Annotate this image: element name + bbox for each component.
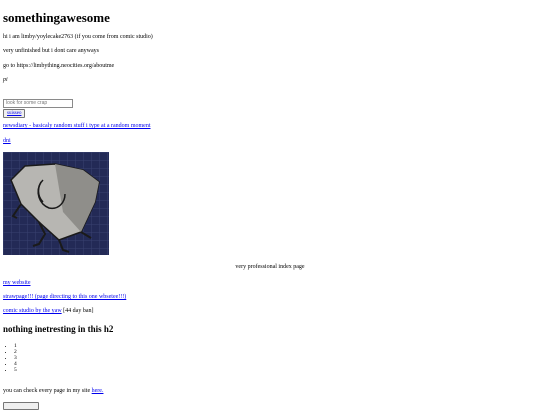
bottom-button[interactable] <box>3 402 39 410</box>
section-heading: nothing inetresting in this h2 <box>3 324 114 334</box>
pi-text: pi <box>3 77 8 83</box>
intro-text: hi i am limby/yoylecake2763 (if you come… <box>3 34 153 40</box>
image-caption: very professional index page <box>235 264 305 270</box>
comic-studio-paragraph: comic studio by the yaw [44 day ban] <box>3 308 93 314</box>
list-item: 5 <box>14 367 17 373</box>
here-link[interactable]: here. <box>92 388 104 394</box>
dni-link[interactable]: dni <box>3 138 11 144</box>
strawpage-paragraph: strawpage!!! (page directing to this one… <box>3 294 126 300</box>
ban-note: [44 day ban] <box>63 308 94 314</box>
search-button[interactable]: suisseo <box>3 109 26 118</box>
dni-paragraph: dni <box>3 138 11 144</box>
page-title: somethingawesome <box>3 10 110 25</box>
strawpage-link[interactable]: strawpage!!! (page directing to this one… <box>3 294 126 300</box>
check-pages-paragraph: you can check every page in my site here… <box>3 388 103 394</box>
number-list: 1 2 3 4 5 <box>14 343 17 373</box>
newsdiary-link[interactable]: newsdiary - basicaly random stuff i type… <box>3 123 151 129</box>
search-placeholder: look for some crap <box>6 100 48 106</box>
rock-character-drawing <box>3 152 109 255</box>
my-website-link[interactable]: my website <box>3 280 31 286</box>
comic-studio-link[interactable]: comic studio by the yaw <box>3 308 62 314</box>
unfinished-text: very unfinished but i dont care anyways <box>3 48 99 54</box>
search-input[interactable]: look for some crap <box>3 99 73 108</box>
check-pages-text: you can check every page in my site <box>3 388 92 394</box>
goto-text: go to https://limbything.neocities.org/a… <box>3 63 115 69</box>
newsdiary-paragraph: newsdiary - basicaly random stuff i type… <box>3 123 151 129</box>
my-website-paragraph: my website <box>3 280 31 286</box>
character-image <box>3 152 109 255</box>
